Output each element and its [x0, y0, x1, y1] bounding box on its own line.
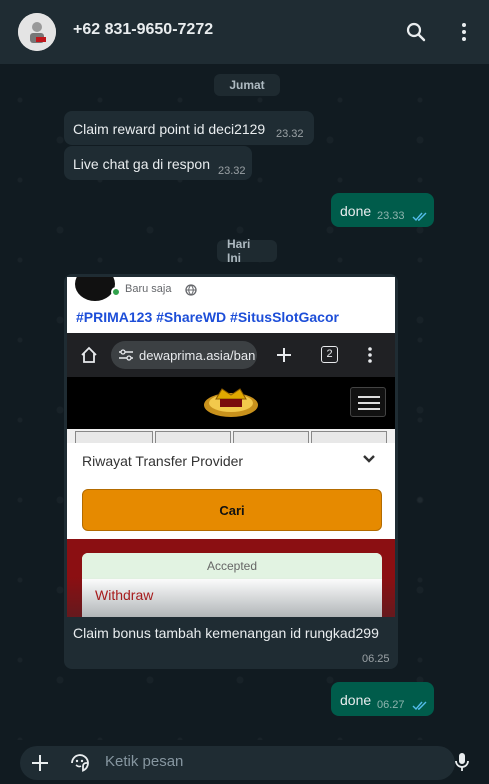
message-input-placeholder: Ketik pesan	[105, 753, 184, 770]
post-hashtags: #PRIMA123 #ShareWD #SitusSlotGacor	[76, 309, 339, 325]
tab-count: 2	[321, 346, 338, 363]
message-time: 06.25	[362, 653, 390, 665]
browser-toolbar: dewaprima.asia/ban 2	[67, 333, 395, 377]
chat-header: +62 831-9650-7272	[0, 0, 489, 64]
message-text: Live chat ga di respon	[73, 156, 210, 172]
date-separator: Jumat	[214, 74, 280, 96]
message-text: done	[340, 203, 372, 219]
new-tab-icon	[277, 348, 291, 362]
home-icon	[81, 346, 97, 363]
message-bubble-outgoing[interactable]: done 06.27	[331, 682, 434, 716]
message-text: Claim reward point id deci2129	[73, 121, 266, 137]
dropdown-label: Riwayat Transfer Provider	[82, 453, 244, 469]
site-header	[67, 377, 395, 429]
avatar[interactable]	[18, 13, 56, 51]
add-attachment-icon[interactable]	[29, 752, 51, 774]
message-bubble-outgoing[interactable]: done 23.33	[331, 193, 434, 227]
image-fade-overlay	[67, 577, 395, 617]
hamburger-menu-icon	[350, 387, 386, 417]
browser-menu-icon	[368, 347, 372, 363]
message-time: 06.27	[377, 699, 405, 711]
avatar-image	[18, 13, 56, 51]
search-icon[interactable]	[404, 20, 428, 44]
post-avatar	[75, 277, 115, 301]
online-dot-icon	[111, 287, 121, 297]
message-time: 23.32	[276, 128, 304, 140]
post-header: Baru saja	[67, 277, 395, 304]
message-time: 23.33	[377, 210, 405, 222]
image-message-bubble[interactable]: Baru saja #PRIMA123 #ShareWD #SitusSlotG…	[64, 274, 398, 669]
status-badge: Accepted	[82, 553, 382, 579]
date-separator: Hari Ini	[217, 237, 277, 265]
message-bubble-incoming[interactable]: Claim reward point id deci2129 23.32	[64, 111, 314, 145]
image-caption: Claim bonus tambah kemenangan id rungkad…	[73, 625, 379, 641]
read-ticks-icon	[412, 212, 427, 222]
url-text: dewaprima.asia/ban	[139, 348, 256, 363]
site-settings-icon	[119, 349, 133, 361]
message-text: done	[340, 692, 372, 708]
message-time: 23.32	[218, 165, 246, 177]
site-logo	[204, 388, 258, 417]
post-time: Baru saja	[125, 283, 172, 295]
read-ticks-icon	[412, 701, 427, 711]
site-tabs-strip	[67, 429, 395, 443]
sticker-icon[interactable]	[69, 752, 91, 774]
shared-screenshot[interactable]: Baru saja #PRIMA123 #ShareWD #SitusSlotG…	[67, 277, 395, 617]
message-bubble-incoming[interactable]: Live chat ga di respon 23.32	[64, 146, 252, 180]
chevron-down-icon	[363, 455, 375, 463]
url-bar: dewaprima.asia/ban	[111, 341, 257, 369]
globe-icon	[185, 284, 197, 296]
microphone-icon[interactable]	[451, 751, 473, 773]
contact-name[interactable]: +62 831-9650-7272	[73, 21, 213, 39]
search-button: Cari	[82, 489, 382, 531]
more-vert-icon[interactable]	[452, 20, 476, 44]
